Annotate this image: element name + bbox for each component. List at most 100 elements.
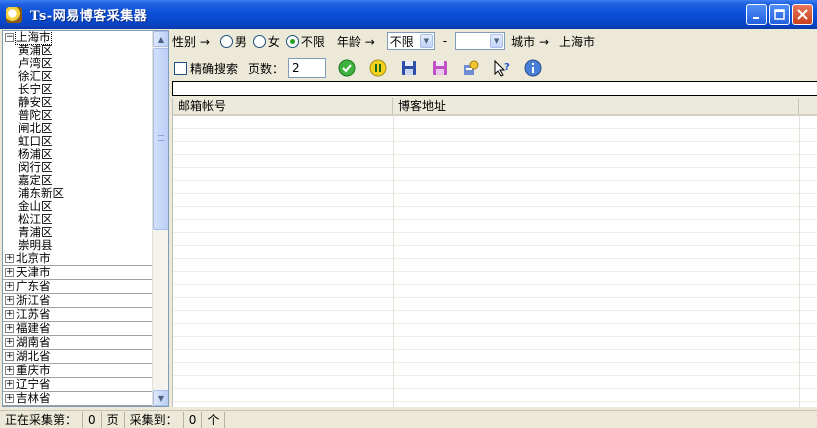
user-key-icon [464, 60, 479, 75]
tree-node-label: 天津市 [16, 265, 51, 279]
results-grid[interactable]: 邮箱帐号 博客地址 [172, 98, 817, 407]
gender-radio-female[interactable] [252, 34, 266, 48]
chevron-down-icon[interactable]: ▼ [490, 34, 504, 48]
gender-radio-male[interactable] [219, 34, 233, 48]
expand-icon[interactable]: + [5, 296, 14, 305]
tree-node-province[interactable]: + 吉林省 [3, 392, 153, 406]
tree-node-label: 湖南省 [16, 335, 51, 349]
tree-scrollbar[interactable]: ▲ ▼ [152, 31, 168, 406]
tree-node-label: 江苏省 [16, 307, 51, 321]
about-button[interactable] [522, 57, 544, 79]
gender-any-label: 不限 [300, 34, 325, 49]
help-button[interactable]: ? [491, 57, 513, 79]
age-separator: - [442, 34, 448, 48]
scroll-down-button[interactable]: ▼ [153, 390, 168, 406]
status-item-unit: 个 [202, 411, 226, 428]
gender-male-label: 男 [234, 34, 247, 49]
age-to-select[interactable]: ▼ [455, 32, 506, 50]
pages-label: 页数： [248, 61, 285, 76]
toolbar: 精确搜索 页数： 2 ? [172, 56, 817, 80]
column-header-blog-url[interactable]: 博客地址 [393, 98, 799, 114]
city-label: 城市 → [511, 34, 550, 49]
column-divider [393, 116, 394, 407]
column-header-email[interactable]: 邮箱帐号 [173, 98, 393, 114]
tree-node-province[interactable]: + 北京市 [3, 252, 153, 266]
app-icon[interactable] [6, 6, 22, 23]
expand-icon[interactable]: + [5, 366, 14, 375]
title-bar: Ts-网易博客采集器 [0, 0, 817, 29]
close-icon [797, 9, 808, 20]
grid-body[interactable] [173, 116, 817, 407]
column-divider [799, 116, 800, 407]
tree-node-label: 广东省 [16, 279, 51, 293]
expand-icon[interactable]: + [5, 394, 14, 403]
status-page-count: 0 [83, 411, 102, 428]
chevron-down-icon: ▼ [157, 393, 165, 403]
save-as-button[interactable] [429, 57, 451, 79]
tree-node-label: 辽宁省 [16, 377, 51, 391]
pause-icon [369, 59, 387, 77]
window-controls [746, 4, 813, 25]
age-from-select[interactable]: 不限 ▼ [386, 32, 435, 50]
window-title: Ts-网易博客采集器 [30, 9, 148, 24]
tree-node-label: 吉林省 [16, 391, 51, 405]
tree-node-label: 北京市 [16, 251, 51, 265]
tree-node-province[interactable]: + 天津市 [3, 266, 153, 280]
age-label: 年龄 → [336, 34, 375, 49]
chevron-up-icon: ▲ [157, 34, 165, 44]
tree-node-province[interactable]: + 重庆市 [3, 364, 153, 378]
maximize-button[interactable] [769, 4, 790, 25]
tree-node-province[interactable]: + 辽宁省 [3, 378, 153, 392]
url-input[interactable] [172, 81, 817, 96]
chevron-down-icon[interactable]: ▼ [419, 34, 433, 48]
pause-button[interactable] [367, 57, 389, 79]
expand-icon[interactable]: + [5, 338, 14, 347]
expand-icon[interactable]: + [5, 268, 14, 277]
status-collecting-label: 正在采集第： [0, 411, 84, 428]
info-icon [524, 59, 542, 77]
tree-node-province[interactable]: + 福建省 [3, 322, 153, 336]
city-value: 上海市 [559, 34, 596, 49]
exact-search-checkbox[interactable] [174, 61, 187, 75]
tree-node-province[interactable]: + 江苏省 [3, 308, 153, 322]
collapse-icon[interactable]: − [5, 33, 14, 42]
tree-node-province[interactable]: + 湖南省 [3, 336, 153, 350]
expand-icon[interactable]: + [5, 352, 14, 361]
tree-node-label: 湖北省 [16, 349, 51, 363]
scroll-thumb[interactable] [153, 48, 168, 230]
minimize-icon [752, 16, 759, 19]
expand-icon[interactable]: + [5, 324, 14, 333]
tree-node-province[interactable]: + 湖北省 [3, 350, 153, 364]
tree-node-province[interactable]: + 广东省 [3, 280, 153, 294]
pages-input[interactable]: 2 [288, 58, 327, 78]
settings-button[interactable] [460, 57, 482, 79]
status-page-unit: 页 [102, 411, 125, 428]
grid-header: 邮箱帐号 博客地址 [173, 98, 817, 116]
status-bar: 正在采集第： 0 页 采集到： 0 个 [0, 410, 817, 428]
maximize-icon [774, 9, 785, 20]
tree-node-province[interactable]: + 浙江省 [3, 294, 153, 308]
scroll-up-button[interactable]: ▲ [153, 31, 168, 47]
gender-radio-any[interactable] [285, 34, 299, 48]
save-as-icon [433, 61, 448, 75]
svg-text:?: ? [504, 62, 510, 73]
tree-node-label: 重庆市 [16, 363, 51, 377]
save-button[interactable] [398, 57, 420, 79]
status-collected-count: 0 [184, 411, 203, 428]
start-button[interactable] [336, 57, 358, 79]
minimize-button[interactable] [746, 4, 767, 25]
save-icon [402, 61, 417, 75]
expand-icon[interactable]: + [5, 310, 14, 319]
tree-list: − 上海市 黄浦区 卢湾区 徐汇区 长宁区 静安区 普陀区 闸北区 虹口区 杨浦区 闵行区 嘉定区浦… [3, 31, 153, 406]
filter-bar: 性别 → 男 女 不限 年龄 → 不限 ▼ - ▼ 城市 → 上海市 [172, 30, 817, 52]
gender-label: 性别 → [172, 34, 210, 49]
tree-node-label: 浙江省 [16, 293, 51, 307]
expand-icon[interactable]: + [5, 380, 14, 389]
expand-icon[interactable]: + [5, 282, 14, 291]
close-button[interactable] [792, 4, 813, 25]
check-icon [338, 59, 356, 77]
expand-icon[interactable]: + [5, 254, 14, 263]
region-tree[interactable]: − 上海市 黄浦区 卢湾区 徐汇区 长宁区 静安区 普陀区 闸北区 虹口区 杨浦区 闵行区 嘉定区浦… [2, 30, 169, 407]
gender-female-label: 女 [267, 34, 280, 49]
help-cursor-icon: ? [494, 59, 510, 77]
